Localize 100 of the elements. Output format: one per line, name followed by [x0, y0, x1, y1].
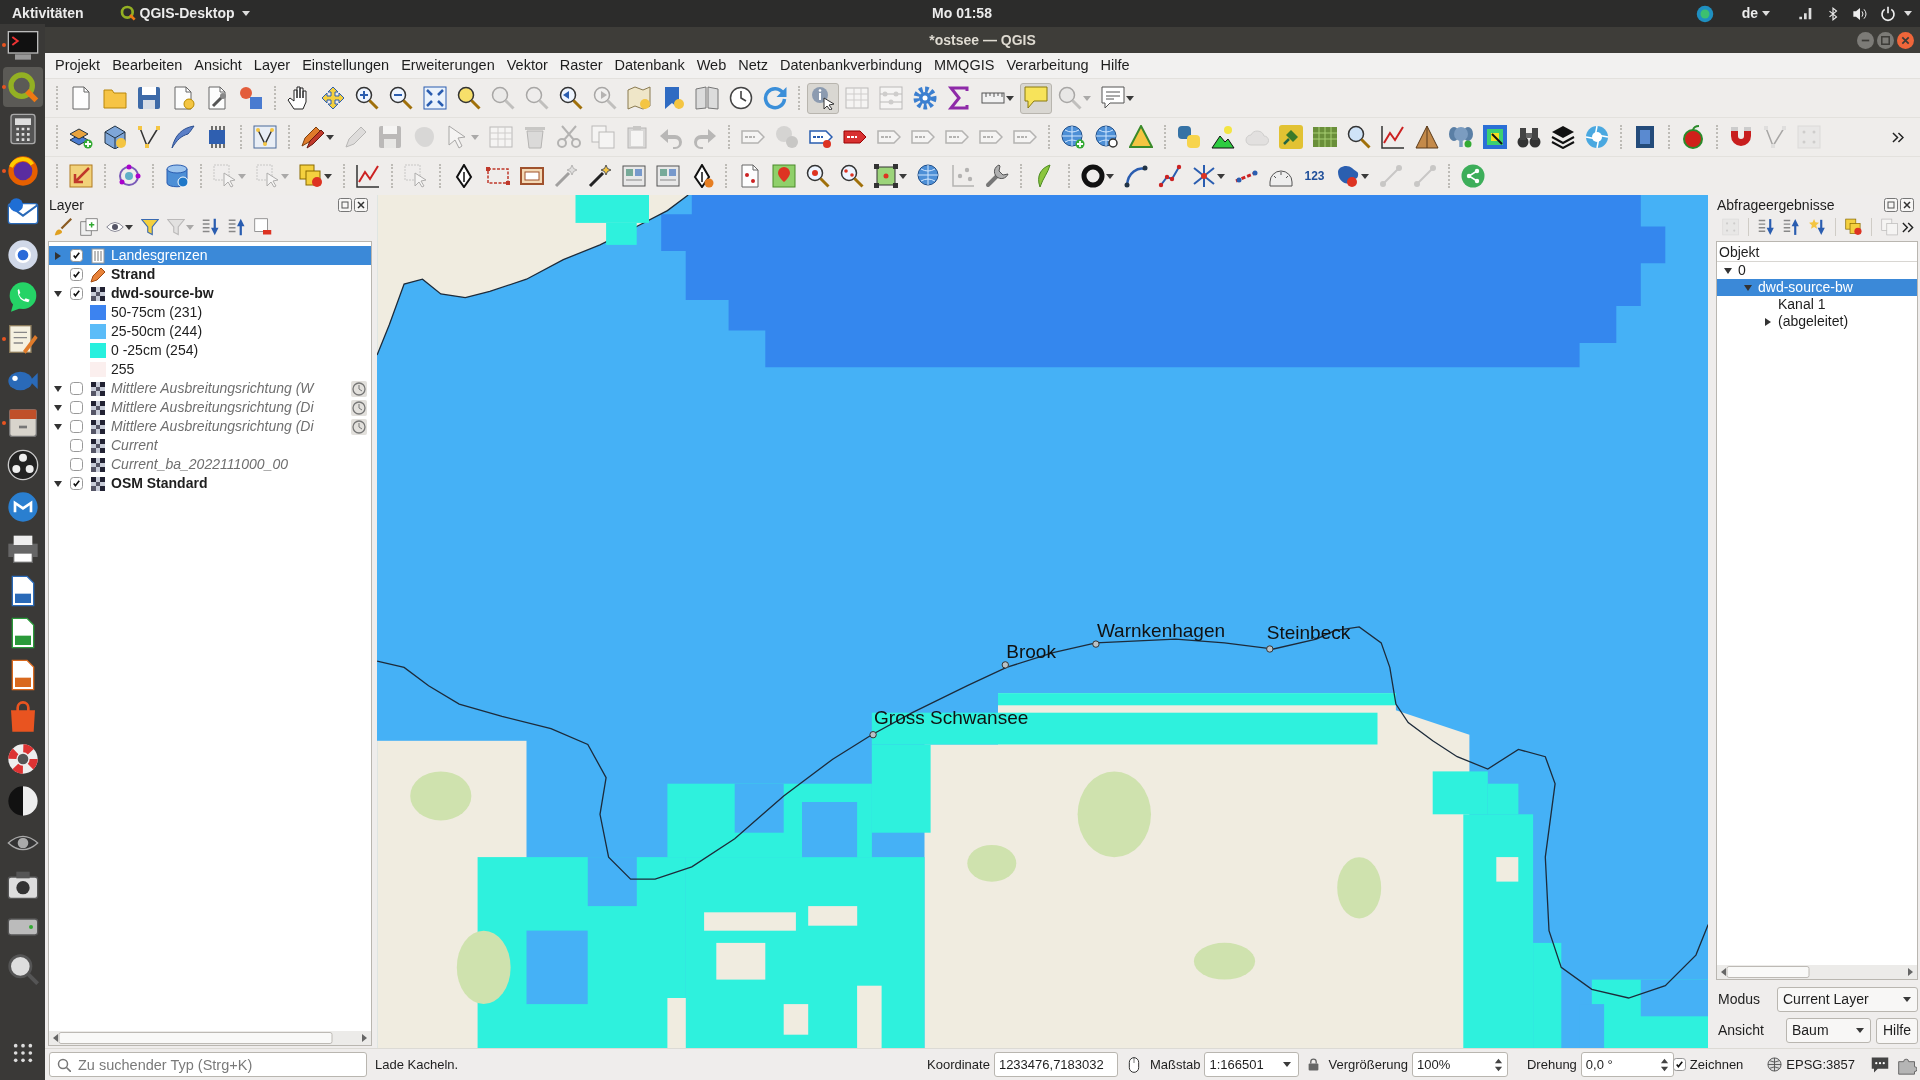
caret-icon[interactable] [1361, 173, 1369, 179]
rectangle-icon[interactable] [486, 164, 510, 188]
up-arrow-icon[interactable] [228, 218, 246, 236]
app-menu[interactable]: QGIS-Desktop [139, 5, 235, 22]
overlapping-squares-icon[interactable] [1177, 125, 1201, 149]
caret-icon[interactable] [1856, 1028, 1864, 1033]
menu-item[interactable]: Layer [247, 56, 297, 75]
close-icon[interactable] [1900, 198, 1914, 212]
funnel-icon[interactable] [141, 218, 159, 236]
scale-field[interactable]: 1:166501 [1204, 1052, 1300, 1077]
menu-item[interactable]: Netz [732, 56, 775, 75]
layer-checkbox[interactable] [70, 249, 83, 262]
square-minus-icon[interactable] [254, 218, 272, 236]
layer-checkbox[interactable] [70, 458, 83, 471]
heatmap-icon[interactable] [1483, 125, 1507, 149]
caret-down-icon[interactable] [53, 404, 62, 411]
globe-icon[interactable] [1767, 1057, 1783, 1072]
printer-icon[interactable] [6, 533, 39, 565]
caret-icon[interactable] [899, 173, 907, 179]
ring-icon[interactable] [1081, 164, 1105, 188]
star-arrow-icon[interactable] [1808, 218, 1826, 236]
shapes-icon[interactable] [239, 86, 263, 110]
squares-icon[interactable] [299, 164, 323, 188]
caret-down-icon[interactable] [53, 290, 62, 297]
globe-icon[interactable] [917, 164, 941, 188]
blob-icon[interactable] [1336, 164, 1360, 188]
pyramid-icon[interactable] [1415, 125, 1439, 149]
layer-name[interactable]: OSM Standard [111, 475, 208, 492]
paintbrush-icon[interactable] [54, 218, 72, 236]
layers-icon[interactable] [1551, 125, 1575, 149]
disc-icon[interactable] [6, 491, 39, 523]
layer-name[interactable]: Mittlere Ausbreitungsrichtung (Di [111, 399, 314, 416]
layer-checkbox[interactable] [70, 382, 83, 395]
vertex-line-icon[interactable] [137, 125, 161, 149]
magnifier-icon[interactable] [806, 164, 830, 188]
clock-icon[interactable] [729, 86, 753, 110]
frame-icon[interactable] [520, 164, 544, 188]
sigma-icon[interactable] [947, 86, 971, 110]
pencils-icon[interactable] [301, 125, 325, 149]
ring-nodes-icon[interactable] [117, 164, 141, 188]
caret-icon[interactable] [125, 224, 133, 230]
disc-icon[interactable] [6, 239, 39, 271]
globe-magnifier-icon[interactable] [1095, 125, 1119, 149]
caret-right-icon[interactable] [1765, 317, 1771, 326]
camera-icon[interactable] [6, 869, 39, 901]
caret-icon[interactable] [1762, 11, 1770, 16]
terminal-icon[interactable] [6, 29, 39, 61]
caret-down-icon[interactable] [53, 480, 62, 487]
caret-icon[interactable] [324, 173, 332, 179]
layer-checkbox[interactable] [70, 420, 83, 433]
magnifier-icon[interactable] [6, 953, 39, 985]
search-field[interactable]: Zu suchender Typ (Strg+K) [49, 1052, 367, 1077]
tree-item[interactable]: 0 [1738, 262, 1746, 279]
speaker-icon[interactable] [1852, 5, 1868, 22]
caret-down-icon[interactable] [53, 385, 62, 392]
magnet-icon[interactable] [1729, 125, 1753, 149]
book-icon[interactable] [1633, 125, 1657, 149]
apple-icon[interactable] [1681, 125, 1705, 149]
document-wrench-icon[interactable] [205, 86, 229, 110]
caret-icon[interactable] [326, 134, 334, 140]
refresh-icon[interactable] [763, 86, 787, 110]
caret-icon[interactable] [1006, 95, 1014, 101]
layer-name[interactable]: Mittlere Ausbreitungsrichtung (W [111, 380, 314, 397]
menu-item[interactable]: Projekt [49, 56, 107, 75]
layer-name[interactable]: Mittlere Ausbreitungsrichtung (Di [111, 418, 314, 435]
tree-item[interactable]: (abgeleitet) [1778, 313, 1849, 330]
cube-icon[interactable] [103, 125, 127, 149]
vertex-box-icon[interactable] [253, 125, 277, 149]
zoom-in-icon[interactable] [355, 86, 379, 110]
caret-icon[interactable] [1217, 173, 1225, 179]
move-arrows-icon[interactable] [321, 86, 345, 110]
caret-icon[interactable] [242, 11, 251, 16]
caret-down-icon[interactable] [53, 423, 62, 430]
layer-name[interactable]: Current [111, 437, 158, 454]
map-star-icon[interactable] [627, 86, 651, 110]
caret-down-icon[interactable] [1724, 267, 1732, 274]
line-chart-icon[interactable] [1381, 125, 1405, 149]
mode-dropdown[interactable]: Current Layer [1777, 987, 1918, 1012]
bluetooth-icon[interactable] [1826, 5, 1840, 22]
minimize-icon[interactable] [1857, 31, 1874, 49]
hammer-icon[interactable] [1279, 125, 1303, 149]
zoom-out-icon[interactable] [389, 86, 413, 110]
layer-name[interactable]: Strand [111, 266, 156, 283]
document-star-icon[interactable] [171, 86, 195, 110]
menu-item[interactable]: Datenbankverbindung [774, 56, 928, 75]
layer-name[interactable]: Current_ba_2022111000_00 [111, 456, 288, 473]
lifebuoy-icon[interactable] [6, 743, 39, 775]
squares-icon[interactable] [1844, 218, 1863, 236]
menu-item[interactable]: MMQGIS [927, 56, 1001, 75]
float-icon[interactable] [338, 198, 352, 212]
notepad-icon[interactable] [6, 323, 39, 355]
menu-item[interactable]: Vektor [500, 56, 554, 75]
share-icon[interactable] [1461, 164, 1485, 188]
hill-sun-icon[interactable] [1211, 125, 1235, 149]
date-time[interactable]: Mo 01:58 [932, 5, 992, 22]
horizontal-scrollbar[interactable] [49, 1031, 371, 1045]
app-grid-icon[interactable] [11, 1042, 34, 1064]
signal-bars-icon[interactable] [1798, 5, 1814, 22]
layer-name[interactable]: Landesgrenzen [111, 247, 208, 264]
layer-name[interactable]: dwd-source-bw [111, 285, 214, 302]
